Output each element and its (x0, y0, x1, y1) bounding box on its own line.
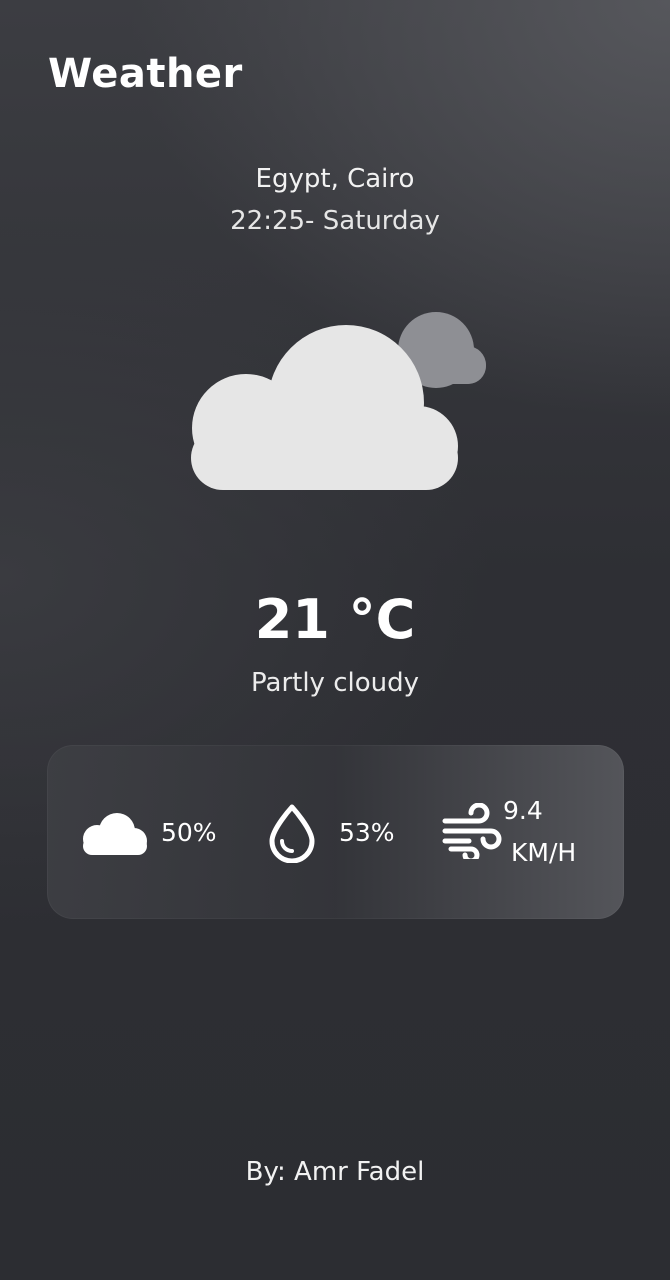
cloud-value: 50% (161, 818, 217, 847)
author-credit: By: Amr Fadel (245, 1157, 425, 1187)
wind-speed-unit: KM/H (511, 838, 577, 867)
wind-speed-value: 9.4 (503, 796, 543, 825)
humidity-value: 53% (339, 818, 395, 847)
water-drop-icon (269, 804, 315, 863)
wind-icon (442, 803, 502, 859)
datetime-label: 22:25- Saturday (230, 206, 440, 236)
location-label: Egypt, Cairo (255, 164, 415, 194)
stats-card: 50% 53% 9.4 KM/H (47, 745, 624, 919)
temperature-value: 21 °C (254, 588, 416, 651)
condition-label: Partly cloudy (251, 668, 419, 698)
app-title: Weather (48, 51, 243, 97)
partly-cloudy-icon (191, 312, 486, 490)
cloud-icon (83, 813, 147, 855)
